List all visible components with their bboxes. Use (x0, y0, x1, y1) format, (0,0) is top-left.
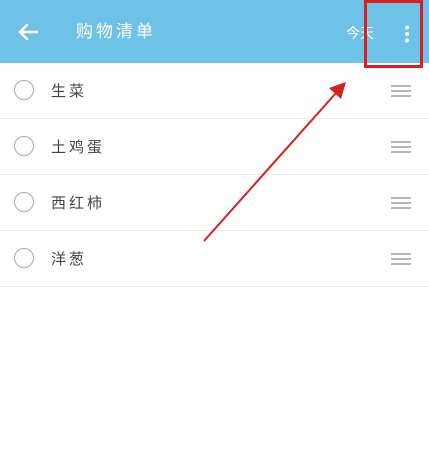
arrow-left-icon (18, 23, 38, 41)
page-title: 购物清单 (76, 22, 156, 42)
shopping-list: 生菜 土鸡蛋 西红柿 洋葱 (0, 63, 429, 287)
list-item[interactable]: 生菜 (0, 63, 429, 119)
item-label: 洋葱 (51, 250, 88, 268)
back-button[interactable] (14, 18, 42, 46)
item-checkbox[interactable] (14, 80, 34, 100)
list-item[interactable]: 西红柿 (0, 175, 429, 231)
drag-handle-icon[interactable] (390, 196, 412, 210)
more-options-button[interactable] (395, 20, 419, 48)
item-label: 土鸡蛋 (51, 138, 106, 156)
drag-handle-icon[interactable] (390, 252, 412, 266)
item-checkbox[interactable] (14, 248, 34, 268)
drag-handle-icon[interactable] (390, 140, 412, 154)
today-button[interactable]: 今天 (346, 24, 374, 44)
list-item[interactable]: 土鸡蛋 (0, 119, 429, 175)
drag-handle-icon[interactable] (390, 84, 412, 98)
list-item[interactable]: 洋葱 (0, 231, 429, 287)
item-checkbox[interactable] (14, 136, 34, 156)
item-checkbox[interactable] (14, 192, 34, 212)
item-label: 西红柿 (51, 194, 106, 212)
app-bar: 购物清单 今天 (0, 0, 429, 63)
item-label: 生菜 (51, 82, 88, 100)
more-vertical-icon (405, 25, 409, 43)
